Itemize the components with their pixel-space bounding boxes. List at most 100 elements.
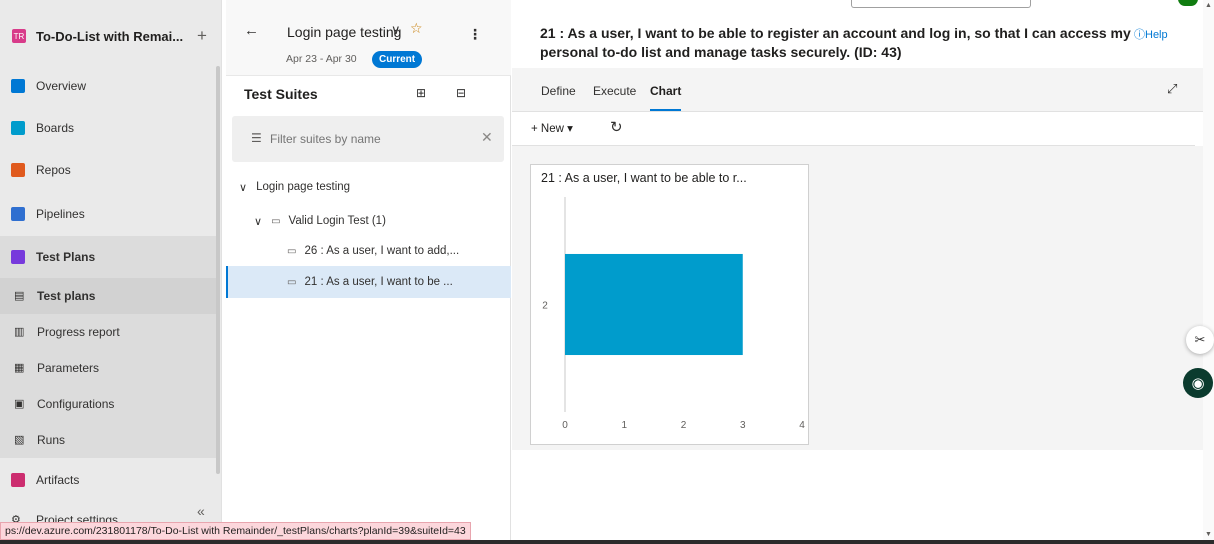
share-icon[interactable]: ✂ — [1186, 326, 1214, 354]
filter-suites-input[interactable] — [270, 129, 460, 149]
overview-icon — [11, 79, 25, 93]
chevron-down-icon[interactable]: ∨ — [239, 181, 247, 194]
nav-item-test-plans[interactable]: Test Plans — [0, 236, 216, 278]
collapse-all-icon[interactable]: ⊟ — [456, 86, 466, 100]
test-plans-icon — [11, 250, 25, 264]
tree-item-label: 21 : As a user, I want to be ... — [304, 276, 453, 288]
x-tick-label: 0 — [562, 420, 568, 431]
tree-item-login-page-testing[interactable]: ∨ Login page testing — [226, 170, 511, 204]
refresh-icon[interactable]: ↻ — [610, 118, 623, 136]
chart-svg: 2 0 1 2 3 4 — [542, 197, 805, 431]
tree-item-label: Login page testing — [256, 181, 351, 193]
test-plans-sub-icon: ▤ — [14, 290, 25, 302]
clear-filter-icon[interactable]: ✕ — [481, 129, 493, 146]
parameters-icon: ▦ — [14, 362, 25, 374]
progress-report-icon: ▥ — [14, 326, 25, 338]
x-tick-label: 2 — [681, 420, 687, 431]
chevron-down-icon[interactable]: ∨ — [391, 22, 401, 38]
nav-item-overview[interactable]: Overview — [0, 68, 216, 104]
work-item-title: 21 : As a user, I want to be able to reg… — [540, 25, 1131, 60]
nav-item-test-plans-sub[interactable]: ▤ Test plans — [0, 278, 216, 314]
nav-item-label: Configurations — [37, 397, 115, 411]
back-arrow-icon[interactable]: ← — [244, 22, 259, 39]
nav-item-progress-report[interactable]: ▥ Progress report — [0, 314, 216, 350]
tree-item-suite-26[interactable]: ▭ 26 : As a user, I want to add,... — [226, 234, 511, 268]
x-tick-label: 4 — [799, 420, 805, 431]
tree-item-label: Valid Login Test (1) — [288, 215, 386, 227]
chart-toolbar: + New ▾ ↻ — [512, 112, 1195, 146]
folder-icon: ▭ — [271, 215, 281, 227]
nav-item-boards[interactable]: Boards — [0, 110, 216, 146]
requirement-suite-icon: ▭ — [287, 245, 297, 257]
status-url: ps://dev.azure.com/231801178/To-Do-List … — [0, 522, 471, 540]
tab-chart[interactable]: Chart — [650, 84, 681, 98]
nav-item-configurations[interactable]: ▣ Configurations — [0, 386, 216, 422]
filter-icon: ☰ — [251, 131, 262, 145]
nav-item-artifacts[interactable]: Artifacts — [0, 462, 216, 498]
test-suites-pane: ← Login page testing ∨ ☆ ⋮ Apr 23 - Apr … — [226, 0, 511, 544]
search-box-edge[interactable] — [851, 0, 1031, 8]
new-label: New — [540, 123, 564, 135]
chart-card[interactable]: 21 : As a user, I want to be able to r..… — [530, 164, 809, 445]
nav-item-label: Runs — [37, 433, 66, 447]
tab-bar: Define Execute Chart ⤢ — [512, 68, 1203, 112]
y-tick-label: 2 — [542, 301, 548, 312]
nav-scrollbar[interactable] — [216, 66, 220, 474]
plan-title[interactable]: Login page testing — [287, 24, 401, 40]
project-name[interactable]: To-Do-List with Remai... — [36, 29, 183, 44]
new-chart-button[interactable]: + New ▾ — [531, 121, 573, 135]
left-navigation: TR To-Do-List with Remai... + Overview B… — [0, 0, 222, 544]
runs-icon: ▧ — [14, 434, 25, 446]
nav-item-label: Pipelines — [36, 207, 85, 221]
tree-item-label: 26 : As a user, I want to add,... — [304, 245, 460, 257]
active-tab-indicator — [650, 109, 681, 111]
collapse-nav-icon[interactable]: « — [197, 503, 205, 519]
expand-all-icon[interactable]: ⊞ — [416, 86, 426, 100]
nav-item-label: Parameters — [37, 361, 100, 375]
chart-bar — [565, 253, 743, 356]
nav-item-label: Test plans — [37, 289, 96, 303]
chevron-down-icon[interactable]: ∨ — [254, 215, 262, 228]
tab-execute[interactable]: Execute — [593, 84, 636, 98]
plan-header: ← Login page testing ∨ ☆ ⋮ Apr 23 - Apr … — [226, 0, 511, 76]
requirement-suite-icon: ▭ — [287, 276, 297, 288]
scroll-down-icon[interactable]: ▼ — [1205, 531, 1212, 538]
nav-item-repos[interactable]: Repos — [0, 152, 216, 188]
filter-suites-box[interactable]: ☰ ✕ — [232, 116, 504, 162]
help-label: Help — [1145, 29, 1168, 41]
fullscreen-icon[interactable]: ⤢ — [1167, 81, 1177, 97]
nav-item-label: Overview — [36, 79, 87, 93]
project-header[interactable]: TR To-Do-List with Remai... + — [0, 14, 222, 58]
nav-item-label: Artifacts — [36, 473, 80, 487]
x-tick-label: 1 — [621, 420, 627, 431]
pipelines-icon — [11, 207, 25, 221]
page-scrollbar[interactable]: ▲ ▼ — [1203, 0, 1214, 544]
repos-icon — [11, 163, 25, 177]
assistant-owl-icon[interactable]: ◉ — [1183, 368, 1213, 398]
boards-icon — [11, 121, 25, 135]
help-icon: ⓘ — [1134, 29, 1145, 41]
add-icon[interactable]: + — [197, 26, 207, 46]
nav-item-label: Repos — [36, 163, 71, 177]
tab-define[interactable]: Define — [541, 84, 576, 98]
more-options-icon[interactable]: ⋮ — [468, 26, 482, 43]
nav-item-pipelines[interactable]: Pipelines — [0, 196, 216, 232]
current-badge: Current — [372, 51, 423, 68]
nav-item-label: Boards — [36, 121, 75, 135]
configurations-icon: ▣ — [14, 398, 25, 410]
scroll-up-icon[interactable]: ▲ — [1205, 2, 1212, 9]
nav-item-parameters[interactable]: ▦ Parameters — [0, 350, 216, 386]
test-suites-title: Test Suites — [244, 86, 318, 102]
project-avatar: TR — [12, 29, 26, 43]
nav-item-runs[interactable]: ▧ Runs — [0, 422, 216, 458]
x-tick-label: 3 — [740, 420, 746, 431]
nav-item-label: Test Plans — [36, 250, 96, 264]
nav-item-label: Progress report — [37, 325, 120, 339]
help-link[interactable]: ⓘHelp — [1134, 26, 1168, 42]
plan-dates: Apr 23 - Apr 30 — [286, 53, 357, 65]
taskbar-edge — [0, 540, 1214, 544]
artifacts-icon — [11, 473, 25, 487]
favorite-star-icon[interactable]: ☆ — [410, 20, 423, 37]
tree-item-suite-21[interactable]: ▭ 21 : As a user, I want to be ... — [226, 266, 511, 298]
tree-item-valid-login-test[interactable]: ∨ ▭ Valid Login Test (1) — [226, 204, 511, 238]
